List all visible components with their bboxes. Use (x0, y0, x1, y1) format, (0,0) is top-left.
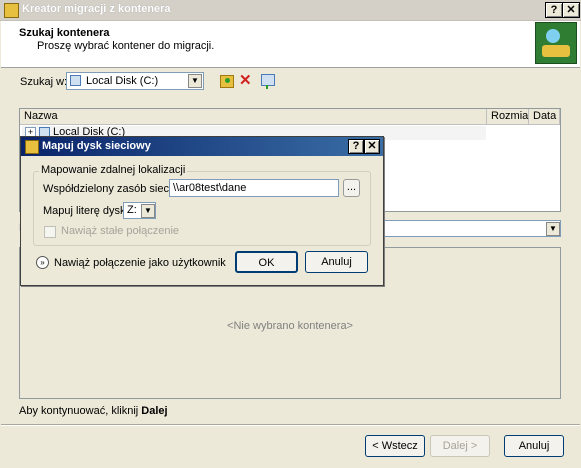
dialog-title: Mapuj dysk sieciowy (42, 140, 151, 152)
dialog-ok-button[interactable]: OK (235, 251, 298, 273)
browse-button[interactable]: ... (343, 179, 360, 197)
wizard-logo-icon (535, 22, 577, 64)
footer-hint-next: Dalej (141, 405, 168, 417)
drive-letter-label: Mapuj literę dysku: (43, 205, 135, 217)
search-label: Szukaj w: (20, 76, 68, 88)
expand-options-icon[interactable]: » (36, 256, 49, 269)
chevron-down-icon[interactable]: ▼ (141, 204, 155, 218)
map-network-drive-icon[interactable] (261, 74, 275, 89)
help-button[interactable]: ? (545, 2, 563, 18)
add-folder-icon[interactable] (220, 75, 234, 88)
empty-preview-text: <Nie wybrano kontenera> (227, 320, 353, 332)
persistent-label: Nawiąż stałe połączenie (61, 225, 180, 237)
footer-hint: Aby kontynuować, kliknij Dalej (19, 405, 168, 417)
window-title: Kreator migracji z kontenera (22, 3, 171, 15)
header-title: Szukaj kontenera (19, 27, 110, 39)
app-icon (4, 3, 19, 18)
persistent-checkbox[interactable] (44, 226, 56, 238)
header-subtitle: Proszę wybrać kontener do migracji. (37, 40, 215, 52)
next-button[interactable]: Dalej > (430, 435, 490, 457)
dialog-close-button[interactable]: ✕ (364, 139, 380, 154)
close-button[interactable]: ✕ (562, 2, 580, 18)
footer-hint-text: Aby kontynuować, kliknij (19, 405, 142, 417)
chevron-down-icon[interactable]: ▼ (546, 222, 560, 236)
dialog-app-icon (25, 140, 39, 154)
window-titlebar: Kreator migracji z kontenera ? ✕ (0, 0, 581, 21)
drive-letter-select[interactable]: Z: ▼ (123, 202, 156, 219)
column-header-size[interactable]: Rozmiar (487, 109, 532, 125)
dialog-titlebar: Mapuj dysk sieciowy ? ✕ (21, 137, 383, 156)
search-location-value: Local Disk (C:) (86, 75, 159, 87)
map-drive-dialog: Mapuj dysk sieciowy ? ✕ Mapowanie zdalne… (20, 136, 384, 286)
delete-icon[interactable]: ✕ (239, 71, 252, 89)
dialog-cancel-button[interactable]: Anuluj (305, 251, 368, 273)
drive-letter-value: Z: (127, 204, 137, 216)
column-header-date[interactable]: Data (529, 109, 560, 125)
footer-divider (1, 424, 580, 426)
cancel-button[interactable]: Anuluj (504, 435, 564, 457)
group-label: Mapowanie zdalnej lokalizacji (39, 164, 188, 176)
chevron-down-icon[interactable]: ▼ (188, 74, 202, 88)
back-button[interactable]: < Wstecz (365, 435, 425, 457)
share-path-input[interactable]: \\ar08test\dane (169, 179, 339, 197)
drive-icon (70, 75, 81, 86)
search-location-combo[interactable]: Local Disk (C:) ▼ (66, 72, 204, 90)
column-header-name[interactable]: Nazwa (20, 109, 487, 125)
connect-as-user-label[interactable]: Nawiąż połączenie jako użytkownik (54, 257, 226, 269)
wizard-header: Szukaj kontenera Proszę wybrać kontener … (1, 21, 580, 68)
dialog-help-button[interactable]: ? (348, 139, 364, 154)
preview-combo[interactable]: ▼ (380, 220, 561, 237)
